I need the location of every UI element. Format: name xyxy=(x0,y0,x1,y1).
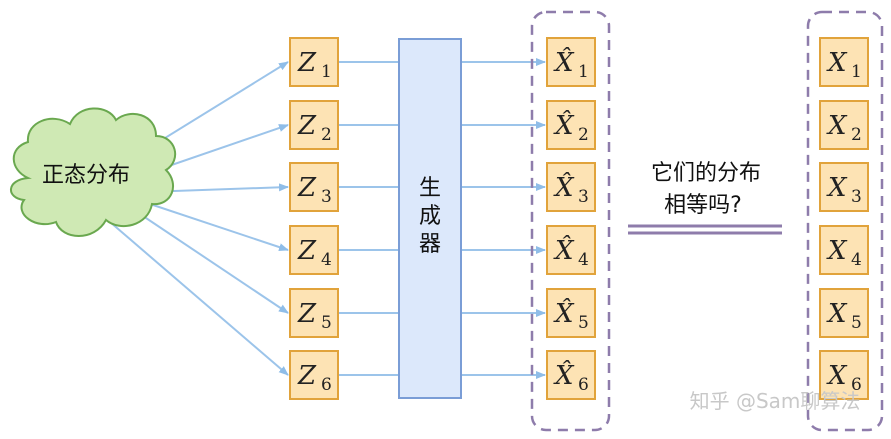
cloud-to-latent-arrow xyxy=(139,213,289,314)
generated-box: X̂ 4 xyxy=(546,225,596,275)
question-line-1: 它们的分布 xyxy=(651,161,761,186)
latent-box-subscript: 2 xyxy=(321,125,332,145)
latent-box-symbol: Z xyxy=(297,299,317,329)
cloud-to-latent-arrow xyxy=(149,203,289,251)
real-box-symbol: X xyxy=(826,48,848,78)
real-box-subscript: 3 xyxy=(851,187,862,207)
latent-box-subscript: 4 xyxy=(321,250,332,270)
generated-box-symbol: X̂ xyxy=(553,110,575,141)
generator-char-1: 生 xyxy=(419,176,441,201)
real-box-column: X 1X 2X 3X 4X 5X 6 xyxy=(819,37,869,400)
real-box-symbol: X xyxy=(826,299,848,329)
generated-box-symbol: X̂ xyxy=(553,172,575,203)
generated-box-symbol: X̂ xyxy=(553,47,575,78)
real-box: X4 xyxy=(819,225,869,275)
generated-box-subscript: 5 xyxy=(578,313,589,333)
real-box-subscript: 2 xyxy=(851,125,862,145)
latent-box-subscript: 1 xyxy=(321,62,332,82)
real-box: X2 xyxy=(819,100,869,150)
latent-box-subscript: 6 xyxy=(321,375,332,395)
generated-box-subscript: 1 xyxy=(578,62,589,82)
gan-diagram: 正态分布 Z 1Z 2Z 3Z 4Z 5Z 6 生 成 器 X̂ 1X̂ 2X̂ 3X̂ 4X̂ 5X… xyxy=(10,10,884,432)
generator-char-3: 器 xyxy=(419,232,441,257)
real-box-symbol: X xyxy=(826,173,848,203)
generated-box-symbol: X̂ xyxy=(553,235,575,266)
latent-box-subscript: 3 xyxy=(321,187,332,207)
generated-box-symbol: X̂ xyxy=(553,298,575,329)
cloud-label: 正态分布 xyxy=(42,163,130,188)
latent-box: Z2 xyxy=(289,100,339,150)
real-box-subscript: 4 xyxy=(851,250,862,270)
real-box: X5 xyxy=(819,288,869,338)
generated-box-symbol: X̂ xyxy=(553,360,575,391)
latent-box: Z6 xyxy=(289,350,339,400)
real-box-subscript: 1 xyxy=(851,62,862,82)
latent-box-subscript: 5 xyxy=(321,313,332,333)
generated-box-column: X̂ 1X̂ 2X̂ 3X̂ 4X̂ 5X̂ 6 xyxy=(546,37,596,400)
question-block: 它们的分布 相等吗? xyxy=(628,161,782,235)
cloud-to-latent-arrow xyxy=(109,221,289,376)
real-box-symbol: X xyxy=(826,111,848,141)
real-box: X1 xyxy=(819,37,869,87)
generator-char-2: 成 xyxy=(419,204,441,229)
latent-box: Z1 xyxy=(289,37,339,87)
latent-box: Z3 xyxy=(289,162,339,212)
real-box-symbol: X xyxy=(826,236,848,266)
generator-block: 生 成 器 xyxy=(398,38,462,399)
generated-box: X̂ 2 xyxy=(546,100,596,150)
generated-box-subscript: 3 xyxy=(578,187,589,207)
generated-box: X̂ 3 xyxy=(546,162,596,212)
generated-box-subscript: 2 xyxy=(578,125,589,145)
question-line-2: 相等吗? xyxy=(664,193,742,218)
watermark: 知乎 @Sam聊算法 xyxy=(690,389,861,413)
generated-box-subscript: 6 xyxy=(578,375,589,395)
generated-box: X̂ 1 xyxy=(546,37,596,87)
real-box-subscript: 5 xyxy=(851,313,862,333)
generated-box-subscript: 4 xyxy=(578,250,589,270)
generated-box: X̂ 6 xyxy=(546,350,596,400)
latent-box: Z4 xyxy=(289,225,339,275)
latent-box-symbol: Z xyxy=(297,111,317,141)
normal-distribution-cloud: 正态分布 xyxy=(10,107,177,237)
real-box: X3 xyxy=(819,162,869,212)
generated-box: X̂ 5 xyxy=(546,288,596,338)
latent-box-symbol: Z xyxy=(297,48,317,78)
latent-box-symbol: Z xyxy=(297,173,317,203)
latent-box: Z5 xyxy=(289,288,339,338)
latent-box-symbol: Z xyxy=(297,236,317,266)
latent-box-column: Z 1Z 2Z 3Z 4Z 5Z 6 xyxy=(289,37,339,400)
latent-box-symbol: Z xyxy=(297,361,317,391)
real-box-symbol: X xyxy=(826,361,848,391)
